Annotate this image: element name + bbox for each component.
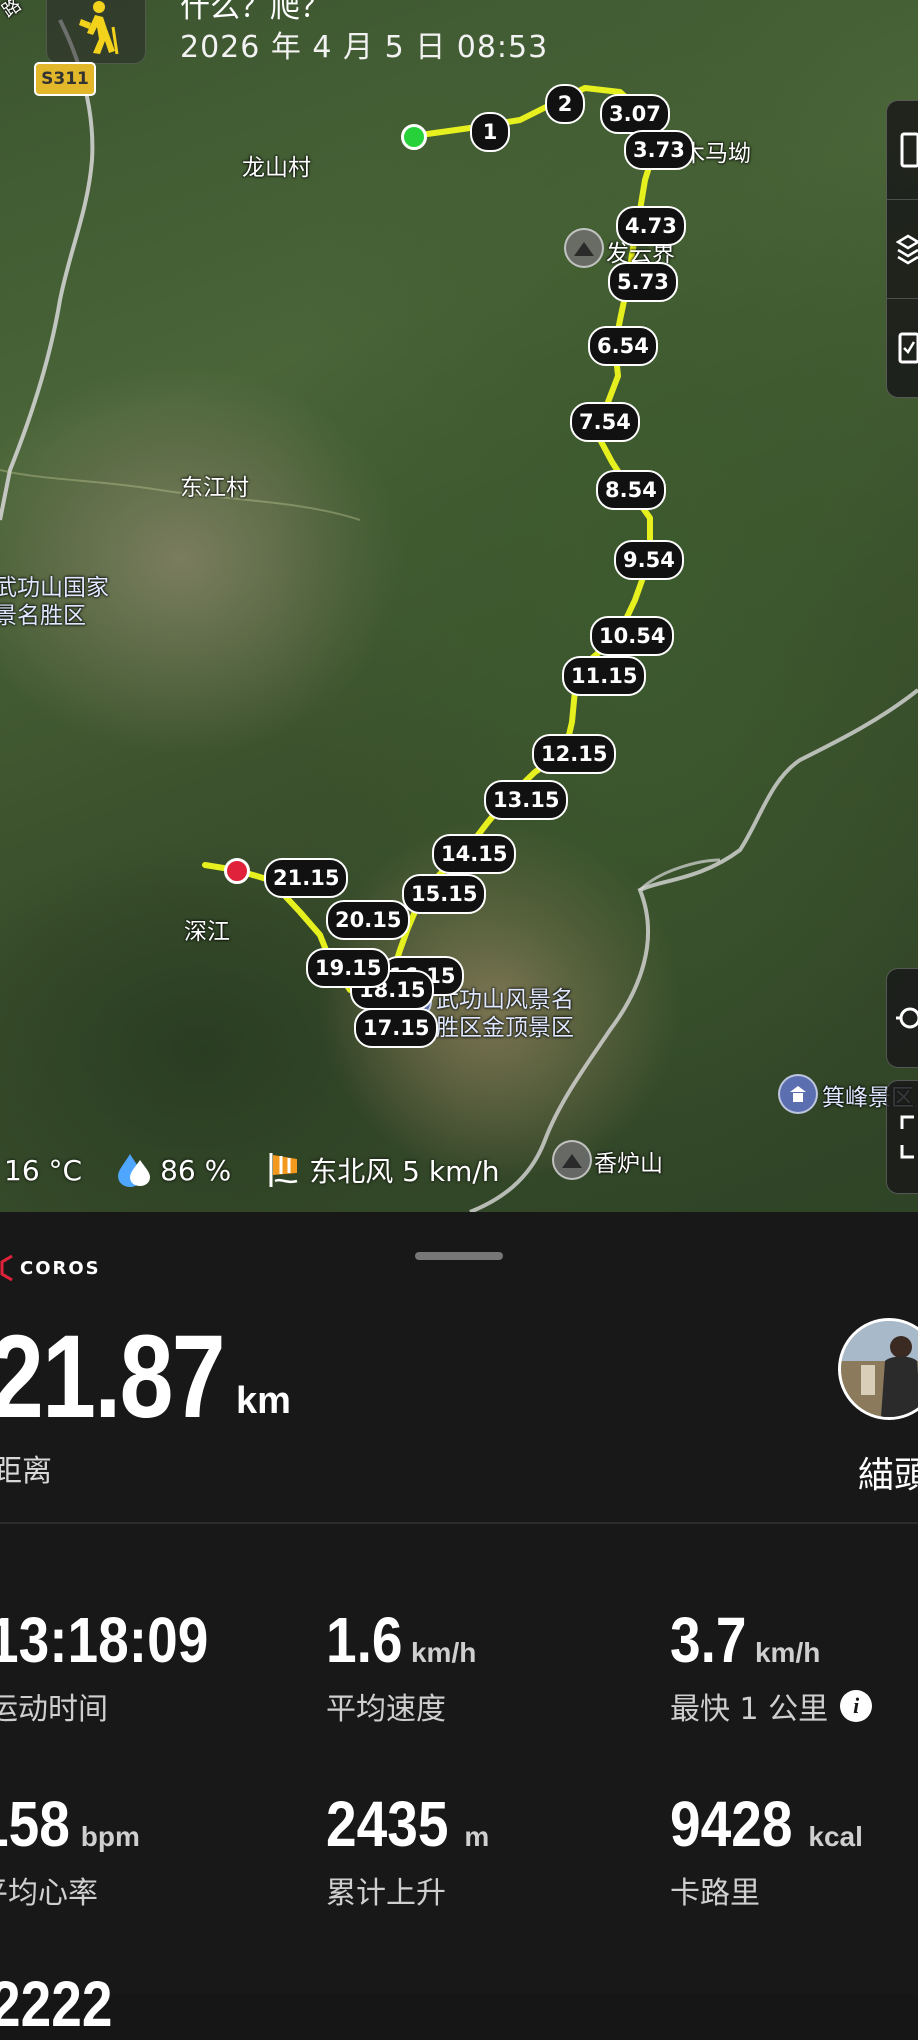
map-toolbar xyxy=(886,100,918,398)
weather-bar: 16 °C 86 % 东北风 5 km/h xyxy=(4,1150,526,1190)
km-marker: 3.73 xyxy=(624,130,694,170)
sheet-drag-handle[interactable] xyxy=(415,1252,503,1260)
km-marker: 15.15 xyxy=(402,874,487,914)
humidity-value: 86 % xyxy=(160,1153,232,1187)
peak-icon xyxy=(562,1154,582,1168)
wind-sock-icon xyxy=(269,1153,298,1187)
locate-icon[interactable] xyxy=(886,968,918,1068)
end-point xyxy=(224,858,250,884)
km-marker: 5.73 xyxy=(608,262,678,302)
stat-unit: bpm xyxy=(80,1821,140,1852)
km-marker: 14.15 xyxy=(432,834,517,874)
humidity-icon xyxy=(118,1154,151,1187)
label-xianglushan: 香炉山 xyxy=(594,1151,663,1177)
mountain-poi-icon[interactable] xyxy=(552,1140,592,1180)
km-marker: 6.54 xyxy=(588,326,658,366)
stat-label: 平均速度 xyxy=(326,1692,446,1727)
stat-elevation-gain: 2435 m 累计上升 xyxy=(326,1792,489,1912)
pavilion-poi-icon[interactable] xyxy=(778,1074,818,1114)
stat-unit: km/h xyxy=(410,1637,477,1668)
start-point xyxy=(401,124,427,150)
km-marker: 4.73 xyxy=(616,206,686,246)
km-marker: 21.15 xyxy=(264,858,349,898)
stat-calories: 9428 kcal 卡路里 xyxy=(670,1792,863,1912)
wind-item: 东北风 5 km/h xyxy=(267,1150,500,1190)
humidity-item: 86 % xyxy=(118,1152,231,1188)
km-marker: 13.15 xyxy=(484,780,569,820)
km-marker: 1 xyxy=(470,112,510,152)
km-marker: 3.07 xyxy=(600,94,670,134)
stat-value: 2435 xyxy=(326,1788,449,1860)
stat-label: 卡路里 xyxy=(670,1876,760,1911)
stat-moving-time: 13:18:09 运动时间 xyxy=(0,1608,244,1728)
stat-value: 1.6 xyxy=(326,1604,403,1676)
km-marker: 19.15 xyxy=(306,948,391,988)
activity-type-badge xyxy=(46,0,146,64)
distance-label: 距离 xyxy=(0,1454,52,1489)
stat-avg-heart-rate: 158bpm 平均心率 xyxy=(0,1792,140,1912)
temperature-item: 16 °C xyxy=(4,1154,82,1187)
mountain-poi-icon[interactable] xyxy=(564,228,604,268)
stat-fastest-km: 3.7 km/h 最快 1 公里 i xyxy=(670,1604,873,1728)
distance-unit: km xyxy=(236,1380,291,1422)
info-icon[interactable]: i xyxy=(840,1690,873,1722)
km-marker: 17.15 xyxy=(354,1008,439,1048)
road-badge: S311 xyxy=(34,62,96,96)
stat-label: 运动时间 xyxy=(0,1692,108,1727)
km-marker: 11.15 xyxy=(562,656,647,696)
stat-cut-off: 2222 xyxy=(0,1972,132,2036)
stat-unit: km/h xyxy=(754,1637,821,1668)
stat-unit: m xyxy=(464,1821,490,1852)
route-map[interactable]: 什么？爬？ 2026 年 4 月 5 日 08:53 S311 路 龙山村 东江… xyxy=(0,0,918,1212)
stat-unit: kcal xyxy=(808,1821,863,1852)
stat-value: 9428 xyxy=(670,1788,793,1860)
wind-value: 东北风 5 km/h xyxy=(309,1155,500,1188)
activity-date: 2026 年 4 月 5 日 08:53 xyxy=(180,30,549,65)
stat-value: 3.7 xyxy=(670,1604,747,1676)
km-marker: 20.15 xyxy=(326,900,411,940)
temperature-value: 16 °C xyxy=(4,1153,83,1187)
coros-logo: COROS xyxy=(0,1250,101,1286)
km-marker: 8.54 xyxy=(596,470,666,510)
distance-value: 21.87 xyxy=(0,1311,226,1443)
label-shenjiang: 深江 xyxy=(184,919,230,945)
km-marker: 7.54 xyxy=(570,402,640,442)
stat-value: 2222 xyxy=(0,1968,113,2040)
brand-name: COROS xyxy=(20,1257,101,1279)
layers-icon[interactable] xyxy=(887,199,918,298)
pavilion-icon xyxy=(790,1086,806,1102)
expand-icon[interactable] xyxy=(886,1080,918,1194)
checklist-icon[interactable] xyxy=(887,298,918,397)
peak-icon xyxy=(574,242,594,256)
km-marker: 9.54 xyxy=(614,540,684,580)
user-photo xyxy=(841,1321,918,1417)
stat-value: 13:18:09 xyxy=(0,1604,209,1676)
divider xyxy=(0,1522,918,1524)
label-jinding-scenic: 武功山风景名 胜区金顶景区 xyxy=(436,987,574,1041)
stat-avg-speed: 1.6 km/h 平均速度 xyxy=(326,1608,476,1728)
label-dongjiang-village: 东江村 xyxy=(180,475,249,501)
km-marker: 12.15 xyxy=(532,734,617,774)
stat-label: 累计上升 xyxy=(326,1876,446,1911)
km-marker: 2 xyxy=(545,84,585,124)
label-longshan-village: 龙山村 xyxy=(242,155,311,181)
hiking-icon xyxy=(79,1,119,55)
km-marker: 10.54 xyxy=(590,616,675,656)
fullscreen-icon[interactable] xyxy=(887,101,918,199)
label-wugongshan-national: 武功山国家 景名胜区 xyxy=(0,575,109,629)
coros-mark-icon xyxy=(0,1254,13,1282)
stat-value: 158 xyxy=(0,1788,70,1860)
stat-label: 最快 1 公里 xyxy=(670,1692,829,1727)
user-name[interactable]: 緢頭 xyxy=(858,1446,918,1498)
stat-label: 平均心率 xyxy=(0,1876,98,1911)
